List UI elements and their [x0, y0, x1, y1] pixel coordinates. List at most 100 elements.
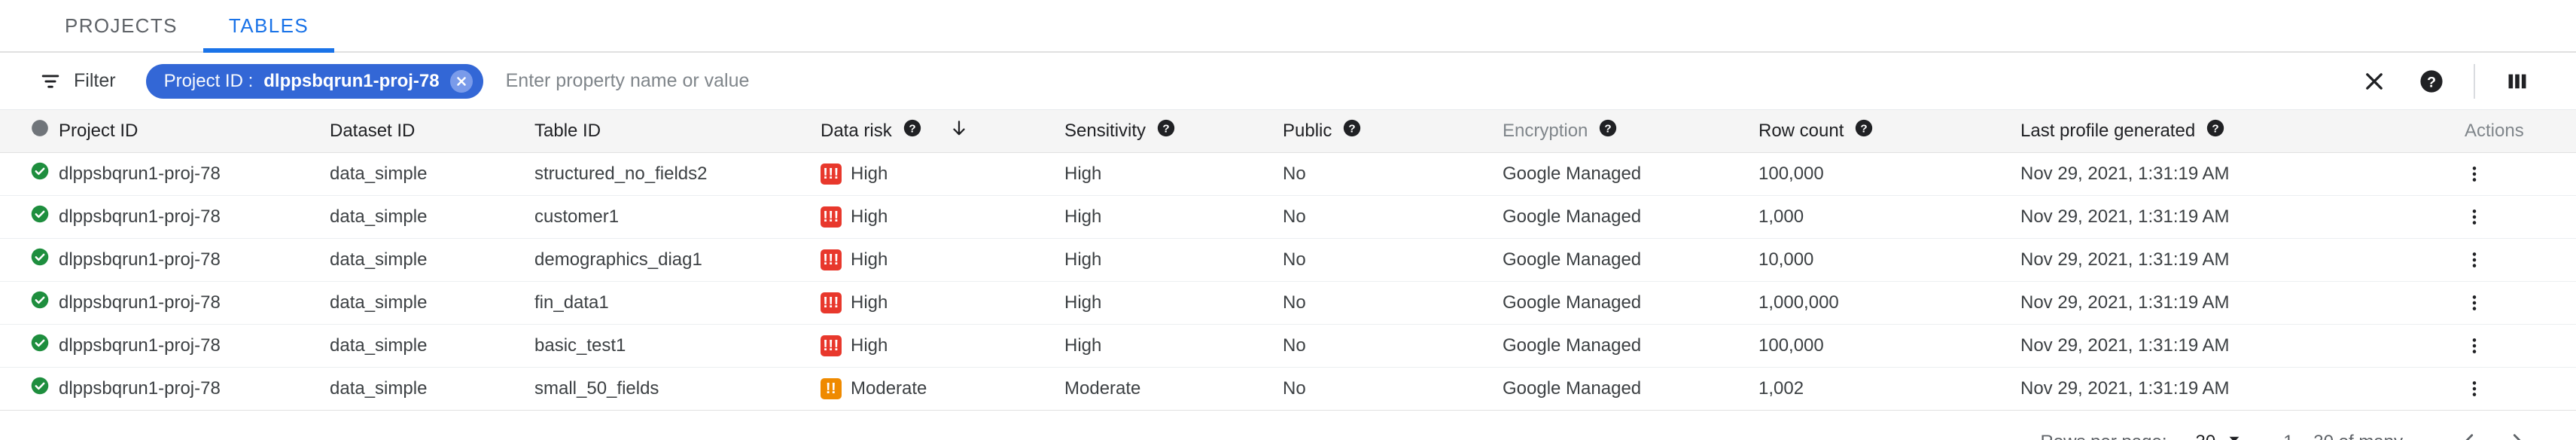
- column-header-dataset-id[interactable]: Dataset ID: [330, 110, 534, 153]
- help-icon[interactable]: ?: [903, 118, 922, 143]
- tab-projects[interactable]: PROJECTS: [39, 0, 203, 51]
- cell-project-id: dlppsbqrun1-proj-78: [59, 324, 330, 368]
- cell-table-id: small_50_fields: [534, 367, 821, 411]
- pagination-range: 1 – 30 of many: [2283, 432, 2403, 440]
- risk-label: High: [851, 163, 888, 184]
- column-header-row-count[interactable]: Row count ?: [1758, 110, 2020, 153]
- more-vert-icon[interactable]: [2465, 164, 2576, 184]
- help-icon[interactable]: ?: [1598, 118, 1618, 143]
- column-header-public-label: Public: [1283, 120, 1332, 141]
- filter-icon: [39, 70, 62, 93]
- cell-last-profile-generated: Nov 29, 2021, 1:31:19 AM: [2020, 238, 2465, 282]
- table-footer: Rows per page: 30 1 – 30 of many: [0, 410, 2576, 440]
- risk-moderate-icon: !!: [821, 378, 842, 399]
- filter-chip-project-id[interactable]: Project ID : dlppsbqrun1-proj-78: [145, 63, 483, 99]
- help-icon[interactable]: ?: [2206, 118, 2225, 143]
- cell-sensitivity: High: [1064, 152, 1283, 196]
- cell-last-profile-generated: Nov 29, 2021, 1:31:19 AM: [2020, 281, 2465, 325]
- rows-per-page-label: Rows per page:: [2040, 432, 2166, 440]
- cell-last-profile-generated: Nov 29, 2021, 1:31:19 AM: [2020, 367, 2465, 411]
- cell-actions[interactable]: [2465, 238, 2576, 282]
- table-row[interactable]: dlppsbqrun1-proj-78 data_simple small_50_f…: [0, 367, 2576, 411]
- column-header-public[interactable]: Public ?: [1283, 110, 1503, 153]
- cell-public: No: [1283, 238, 1503, 282]
- cell-dataset-id: data_simple: [330, 324, 534, 368]
- help-icon[interactable]: ?: [1156, 118, 1176, 143]
- table-row[interactable]: dlppsbqrun1-proj-78 data_simple structured…: [0, 152, 2576, 196]
- column-header-table-id[interactable]: Table ID: [534, 110, 821, 153]
- risk-high-icon: !!!: [821, 292, 842, 313]
- cell-sensitivity: High: [1064, 238, 1283, 282]
- cell-dataset-id: data_simple: [330, 281, 534, 325]
- cell-table-id: fin_data1: [534, 281, 821, 325]
- cell-actions[interactable]: [2465, 152, 2576, 196]
- more-vert-icon[interactable]: [2465, 250, 2576, 270]
- data-profiles-table: Project ID Dataset ID Table ID Data risk…: [0, 110, 2576, 411]
- help-icon[interactable]: ?: [2403, 53, 2460, 110]
- more-vert-icon[interactable]: [2465, 207, 2576, 227]
- table-row[interactable]: dlppsbqrun1-proj-78 data_simple fin_data1!…: [0, 281, 2576, 325]
- column-header-last-profile-generated[interactable]: Last profile generated ?: [2020, 110, 2465, 153]
- table-row[interactable]: dlppsbqrun1-proj-78 data_simple basic_test…: [0, 324, 2576, 368]
- svg-text:?: ?: [1605, 123, 1612, 136]
- cell-dataset-id: data_simple: [330, 238, 534, 282]
- status-legend-icon: [30, 120, 50, 142]
- cell-project-id: dlppsbqrun1-proj-78: [59, 281, 330, 325]
- tab-tables-label: TABLES: [228, 14, 309, 37]
- cell-actions[interactable]: [2465, 281, 2576, 325]
- cell-actions[interactable]: [2465, 195, 2576, 239]
- column-header-encryption[interactable]: Encryption ?: [1503, 110, 1758, 153]
- close-circle-icon[interactable]: [449, 69, 473, 93]
- cell-table-id: basic_test1: [534, 324, 821, 368]
- svg-text:?: ?: [1861, 123, 1868, 136]
- more-vert-icon[interactable]: [2465, 336, 2576, 356]
- rows-per-page-select[interactable]: 30: [2196, 431, 2243, 440]
- chevron-left-icon[interactable]: [2445, 418, 2493, 440]
- column-settings-icon[interactable]: [2489, 53, 2546, 110]
- cell-sensitivity: High: [1064, 281, 1283, 325]
- cell-public: No: [1283, 281, 1503, 325]
- table-row[interactable]: dlppsbqrun1-proj-78 data_simple demographi…: [0, 238, 2576, 282]
- cell-row-count: 1,002: [1758, 367, 2020, 411]
- tab-bar: PROJECTS TABLES: [0, 0, 2576, 53]
- cell-project-id: dlppsbqrun1-proj-78: [59, 367, 330, 411]
- filter-button[interactable]: Filter: [39, 70, 131, 93]
- svg-text:?: ?: [1162, 123, 1169, 136]
- table-row[interactable]: dlppsbqrun1-proj-78 data_simple customer1!…: [0, 195, 2576, 239]
- cell-last-profile-generated: Nov 29, 2021, 1:31:19 AM: [2020, 324, 2465, 368]
- column-header-data-risk[interactable]: Data risk ?: [821, 110, 1064, 153]
- help-icon[interactable]: ?: [1342, 118, 1362, 143]
- chevron-down-icon: [2226, 431, 2243, 440]
- filter-button-label: Filter: [74, 70, 116, 91]
- cell-public: No: [1283, 367, 1503, 411]
- toolbar-divider: [2474, 63, 2475, 99]
- cell-public: No: [1283, 324, 1503, 368]
- cell-sensitivity: High: [1064, 195, 1283, 239]
- cell-data-risk: !!! High: [821, 238, 1064, 282]
- column-header-table-id-label: Table ID: [534, 120, 601, 141]
- column-header-project-id[interactable]: Project ID: [59, 110, 330, 153]
- cell-actions[interactable]: [2465, 324, 2576, 368]
- close-icon[interactable]: [2346, 53, 2403, 110]
- risk-high-icon: !!!: [821, 249, 842, 270]
- check-circle-icon: [30, 204, 59, 229]
- risk-high-icon: !!!: [821, 163, 842, 185]
- search-input[interactable]: [505, 70, 2346, 92]
- cell-project-id: dlppsbqrun1-proj-78: [59, 238, 330, 282]
- cell-sensitivity: High: [1064, 324, 1283, 368]
- cell-project-id: dlppsbqrun1-proj-78: [59, 195, 330, 239]
- column-header-sensitivity-label: Sensitivity: [1064, 120, 1146, 141]
- more-vert-icon[interactable]: [2465, 293, 2576, 313]
- row-status-cell: [0, 238, 59, 282]
- row-status-cell: [0, 152, 59, 196]
- more-vert-icon[interactable]: [2465, 379, 2576, 399]
- chevron-right-icon[interactable]: [2493, 418, 2541, 440]
- sort-descending-icon[interactable]: [949, 118, 969, 143]
- tab-tables[interactable]: TABLES: [202, 0, 335, 53]
- column-header-sensitivity[interactable]: Sensitivity ?: [1064, 110, 1283, 153]
- cell-row-count: 1,000,000: [1758, 281, 2020, 325]
- row-status-cell: [0, 281, 59, 325]
- cell-actions[interactable]: [2465, 367, 2576, 411]
- column-header-actions: Actions: [2465, 110, 2576, 153]
- help-icon[interactable]: ?: [1854, 118, 1874, 143]
